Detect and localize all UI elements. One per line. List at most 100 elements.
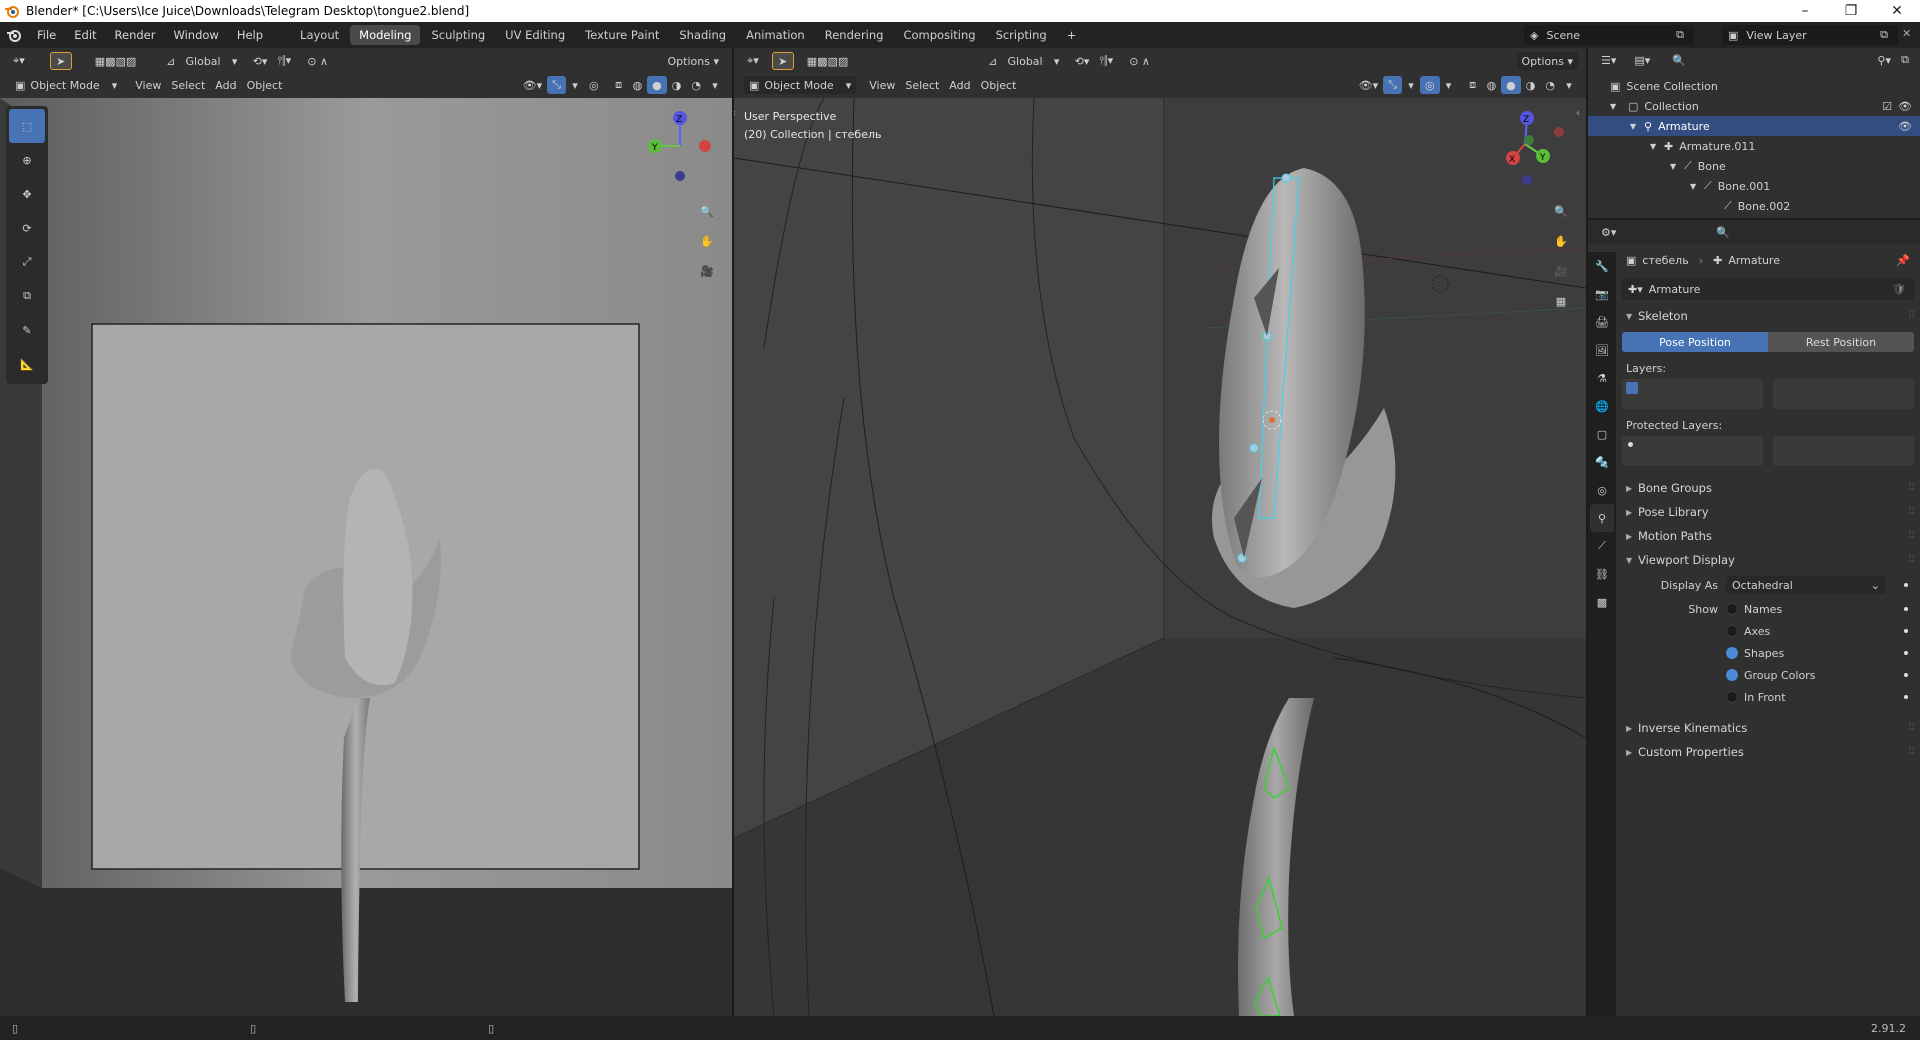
menu-edit[interactable]: Edit (65, 22, 105, 48)
eye-icon[interactable]: 👁 (1898, 100, 1912, 113)
proportional-edit-icon[interactable]: ⊙ ∧ (302, 52, 333, 70)
search-icon[interactable]: 🔍 (1711, 223, 1735, 241)
object-mode-dropdown[interactable]: ▣ Object Mode ▾ (10, 76, 122, 94)
object-menu[interactable]: Object (242, 76, 288, 94)
drag-handle-icon[interactable]: ⠿ (1908, 555, 1915, 565)
display-mode-icon[interactable]: ▤▾ (1629, 51, 1655, 69)
armature-data-tab-icon[interactable]: ⚲ (1590, 504, 1614, 532)
visibility-icon[interactable]: 👁▾ (518, 76, 548, 94)
menu-render[interactable]: Render (106, 22, 165, 48)
add-menu[interactable]: Add (210, 76, 241, 94)
rotate-tool-icon[interactable]: ⟳ (9, 211, 45, 245)
drag-handle-icon[interactable]: ⠿ (1908, 747, 1915, 757)
show-group-colors-checkbox[interactable] (1726, 669, 1738, 681)
scene-selector[interactable]: ◈ Scene ⧉ (1524, 25, 1694, 45)
custom-properties-panel-header[interactable]: ▶ Custom Properties ⠿ (1616, 740, 1920, 764)
fake-user-shield-icon[interactable]: 🛡 (1892, 283, 1906, 296)
new-scene-icon[interactable]: ⧉ (1676, 28, 1684, 42)
bone-groups-panel-header[interactable]: ▶ Bone Groups ⠿ (1616, 476, 1920, 500)
ortho-toggle-icon[interactable]: ▦ (1548, 288, 1574, 314)
view-menu[interactable]: View (130, 76, 166, 94)
pan-hand-icon[interactable]: ✋ (1548, 228, 1574, 254)
scene-tab-icon[interactable]: ⚗ (1590, 364, 1614, 392)
tab-animation[interactable]: Animation (737, 25, 814, 45)
tab-compositing[interactable]: Compositing (894, 25, 984, 45)
solid-shading-icon[interactable]: ● (647, 76, 667, 94)
tab-modeling[interactable]: Modeling (350, 25, 421, 45)
chevron-down-icon[interactable]: ▾ (1440, 76, 1458, 94)
new-view-layer-icon[interactable]: ⧉ (1880, 28, 1888, 42)
select-menu[interactable]: Select (166, 76, 210, 94)
tab-layout[interactable]: Layout (291, 25, 348, 45)
eye-icon[interactable]: 👁 (1898, 120, 1912, 133)
bone-tab-icon[interactable]: ⟋ (1590, 532, 1614, 560)
chevron-down-icon[interactable]: ▾ (1560, 76, 1578, 94)
active-layer-cell[interactable] (1626, 382, 1638, 394)
tab-uv-editing[interactable]: UV Editing (496, 25, 574, 45)
visibility-icon[interactable]: 👁▾ (1354, 76, 1384, 94)
modifier-tab-icon[interactable]: 🔩 (1590, 448, 1614, 476)
search-icon[interactable]: 🔍 (1667, 51, 1691, 69)
scale-tool-icon[interactable]: ⤢ (9, 245, 45, 279)
zoom-icon[interactable]: 🔍 (694, 198, 720, 224)
select-mode-icons[interactable]: ▦▩▧▨ (90, 52, 142, 70)
layer-block-1[interactable] (1622, 379, 1763, 409)
world-tab-icon[interactable]: 🌐 (1590, 392, 1614, 420)
maximize-button[interactable]: ❐ (1828, 0, 1874, 22)
output-tab-icon[interactable]: 🖨 (1590, 308, 1614, 336)
rendered-shading-icon[interactable]: ◔ (686, 76, 706, 94)
pan-hand-icon[interactable]: ✋ (694, 228, 720, 254)
view-layer-tab-icon[interactable]: 🖼 (1590, 336, 1614, 364)
expand-arrow-icon[interactable]: ▼ (1610, 102, 1628, 111)
tab-sculpting[interactable]: Sculpting (422, 25, 494, 45)
menu-file[interactable]: File (28, 22, 65, 48)
minimize-button[interactable]: – (1782, 0, 1828, 22)
transform-orientation[interactable]: Global (181, 52, 226, 70)
camera-view-icon[interactable]: 🎥 (694, 258, 720, 284)
drag-handle-icon[interactable]: ⠿ (1908, 723, 1915, 733)
outliner-row-bone-002[interactable]: ⟋ Bone.002 (1588, 196, 1920, 216)
render-tab-icon[interactable]: 📷 (1590, 280, 1614, 308)
gizmo-toggle-icon[interactable]: ⤡ (547, 76, 566, 94)
object-mode-dropdown[interactable]: ▣ Object Mode ▾ (744, 76, 857, 94)
show-names-checkbox[interactable] (1726, 603, 1738, 615)
display-as-dropdown[interactable]: Octahedral ⌄ (1726, 576, 1886, 594)
skeleton-panel-header[interactable]: ▼ Skeleton ⠿ (1616, 304, 1920, 328)
expand-arrow-icon[interactable]: ▼ (1670, 162, 1684, 171)
overlay-icon[interactable]: ◎ (1419, 76, 1440, 94)
gizmo-toggle-icon[interactable]: ⤡ (1383, 76, 1402, 94)
remove-view-layer-icon[interactable]: ✕ (1902, 27, 1911, 40)
drag-handle-icon[interactable]: ⠿ (1908, 531, 1915, 541)
overlay-icon[interactable]: ◎ (584, 76, 604, 94)
cursor-tool-icon[interactable]: ⊕ (9, 143, 45, 177)
select-box-tool-icon[interactable]: ⬚ (9, 109, 45, 143)
chevron-down-icon[interactable]: ▾ (1402, 76, 1420, 94)
right-viewport-canvas[interactable]: User Perspective (20) Collection | стебе… (734, 98, 1586, 1016)
add-menu[interactable]: Add (944, 76, 975, 94)
close-button[interactable]: ✕ (1874, 0, 1920, 22)
show-shapes-checkbox[interactable] (1726, 647, 1738, 659)
keyframe-dot-icon[interactable] (1904, 629, 1908, 633)
outliner-row-collection[interactable]: ▼ ▢ Collection ☑ 👁 (1588, 96, 1920, 116)
camera-view-icon[interactable]: 🎥 (1548, 258, 1574, 284)
new-collection-icon[interactable]: ⧉ (1896, 51, 1914, 69)
expand-arrow-icon[interactable]: ▼ (1690, 182, 1704, 191)
right-axis-gizmo[interactable]: X Y Z (1489, 108, 1569, 188)
keyframe-dot-icon[interactable] (1904, 673, 1908, 677)
outliner-row-scene-collection[interactable]: ▣ Scene Collection (1588, 76, 1920, 96)
expand-arrow-icon[interactable]: ▼ (1650, 142, 1664, 151)
add-workspace-button[interactable]: + (1058, 25, 1086, 45)
snap-icon[interactable]: ⫯⫿▾ (272, 52, 296, 70)
filter-icon[interactable]: ⚲▾ (1872, 51, 1896, 69)
checkbox-icon[interactable]: ☑ (1882, 100, 1892, 113)
tool-tab-icon[interactable]: 🔧 (1590, 252, 1614, 280)
protected-layer-block-1[interactable] (1622, 436, 1763, 466)
tab-rendering[interactable]: Rendering (816, 25, 893, 45)
options-dropdown[interactable]: Options ▾ (663, 52, 724, 70)
left-viewport-canvas[interactable]: ⬚ ⊕ ✥ ⟳ ⤢ ⧉ ✎ 📐 Z Y 🔍 ✋ 🎥 (0, 98, 732, 1016)
xray-icon[interactable]: ⧈ (610, 76, 628, 94)
keyframe-dot-icon[interactable] (1904, 583, 1908, 587)
collapse-sidebar-icon[interactable]: ‹ (1576, 108, 1580, 119)
pin-icon[interactable]: 📌 (1896, 254, 1910, 267)
pose-position-button[interactable]: Pose Position (1622, 332, 1768, 352)
